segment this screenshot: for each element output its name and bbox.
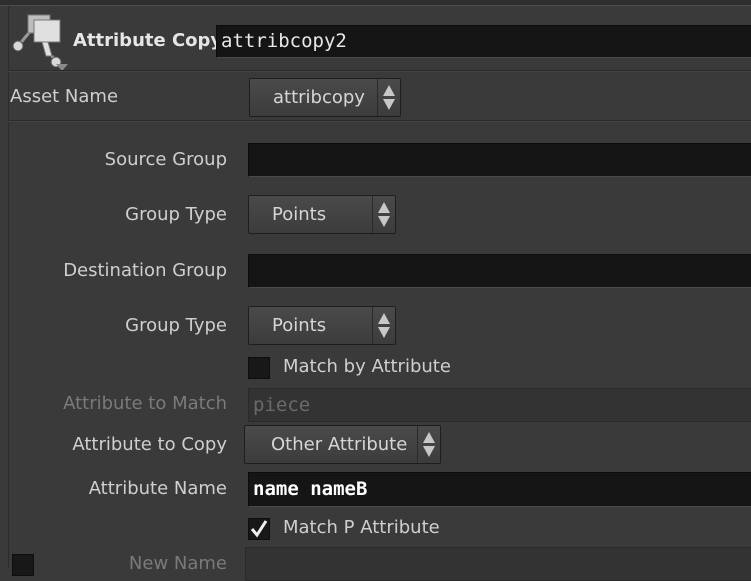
source-group-type-menu[interactable]: Points xyxy=(248,195,396,234)
new-name-label: New Name xyxy=(128,553,227,574)
asset-name-value: attribcopy xyxy=(273,87,365,108)
asset-name-label: Asset Name xyxy=(10,86,119,107)
match-p-attribute-label: Match P Attribute xyxy=(283,517,440,538)
match-p-attribute-checkbox[interactable] xyxy=(248,518,270,540)
panel-top-edge xyxy=(0,0,751,6)
asset-divider xyxy=(8,120,751,122)
menu-arrows-icon xyxy=(417,426,440,463)
destination-group-field[interactable] xyxy=(248,254,751,288)
attribute-to-copy-label: Attribute to Copy xyxy=(72,434,227,455)
attribute-to-match-field: piece xyxy=(248,388,751,422)
match-by-attribute-checkbox[interactable] xyxy=(248,357,270,379)
new-name-field xyxy=(245,547,751,581)
asset-name-menu[interactable]: attribcopy xyxy=(249,78,401,117)
attribute-to-match-label: Attribute to Match xyxy=(63,393,227,414)
node-name-field[interactable]: attribcopy2 xyxy=(216,25,751,58)
destination-group-type-menu[interactable]: Points xyxy=(248,306,396,345)
destination-group-type-value: Points xyxy=(272,315,327,336)
attribute-to-copy-value: Other Attribute xyxy=(271,434,408,455)
checkmark-icon xyxy=(250,520,268,538)
new-name-toggle-checkbox[interactable] xyxy=(12,554,34,576)
attribute-name-field[interactable]: name nameB xyxy=(248,472,751,507)
source-group-field[interactable] xyxy=(248,143,751,177)
menu-arrows-icon xyxy=(377,79,400,116)
source-group-type-label: Group Type xyxy=(125,204,227,225)
source-group-label: Source Group xyxy=(104,149,227,170)
attribute-to-copy-menu[interactable]: Other Attribute xyxy=(244,425,441,464)
menu-arrows-icon xyxy=(372,307,395,344)
match-by-attribute-label: Match by Attribute xyxy=(283,356,451,377)
menu-arrows-icon xyxy=(372,196,395,233)
header-divider xyxy=(8,70,751,72)
source-group-type-value: Points xyxy=(272,204,327,225)
panel-left-edge xyxy=(8,6,9,567)
destination-group-label: Destination Group xyxy=(63,260,227,281)
node-type-label: Attribute Copy xyxy=(73,30,223,51)
destination-group-type-label: Group Type xyxy=(125,315,227,336)
attribute-name-label: Attribute Name xyxy=(88,478,227,499)
attribute-copy-node-icon xyxy=(12,12,74,72)
